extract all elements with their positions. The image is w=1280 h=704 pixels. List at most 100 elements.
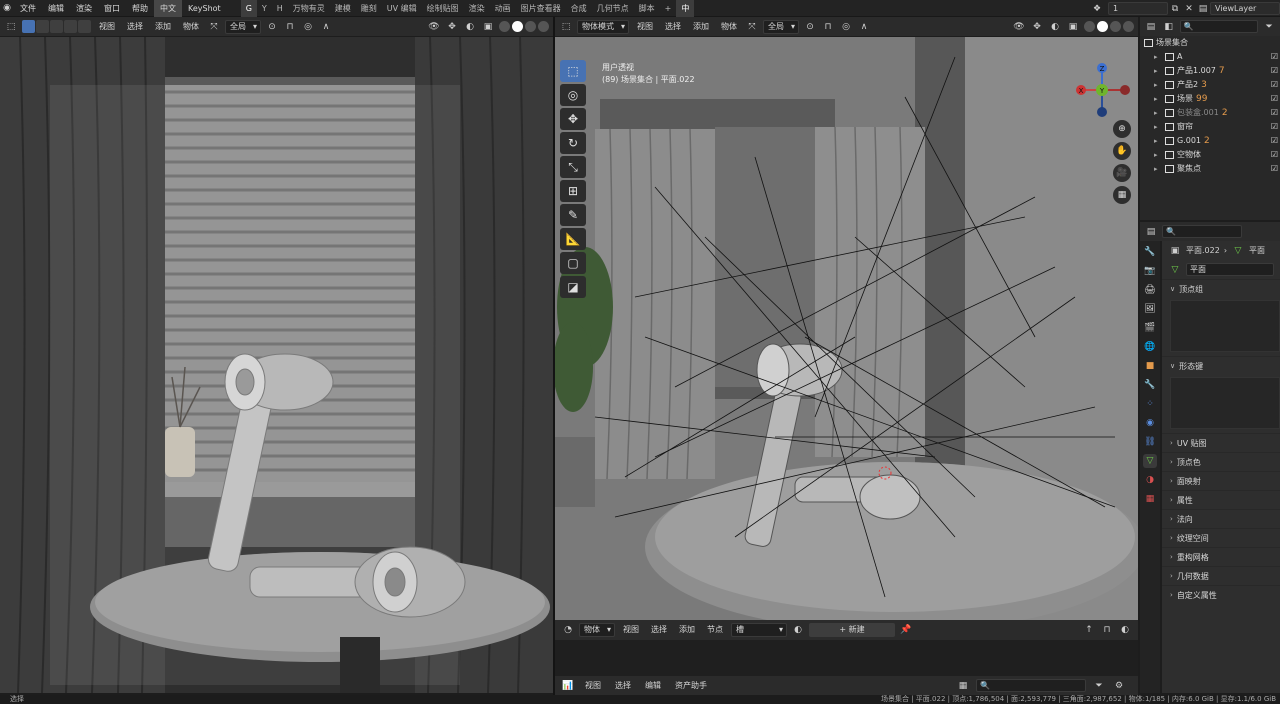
expand-arrow-icon[interactable]: ▸ — [1154, 134, 1162, 148]
tab-compositing[interactable]: 合成 — [566, 0, 592, 17]
editor-type-icon[interactable]: ⬚ — [4, 20, 18, 33]
visibility-checkbox-icon[interactable]: ☑ — [1271, 106, 1278, 120]
transform-orientation-icon[interactable]: ⤧ — [745, 20, 759, 33]
snap-icon[interactable]: ⊓ — [821, 20, 835, 33]
tool-tab-icon[interactable]: 🔧 — [1143, 245, 1157, 259]
menu-view[interactable]: 视图 — [95, 20, 119, 34]
tab-workspace-g[interactable]: G — [240, 0, 257, 17]
outliner-item[interactable]: ▸ 窗帘 ☑ — [1140, 120, 1280, 134]
menu-select[interactable]: 选择 — [123, 20, 147, 34]
tab-uv-editing[interactable]: UV 编辑 — [382, 0, 422, 17]
transform-tool-icon[interactable]: ⊞ — [560, 180, 586, 202]
texture-tab-icon[interactable]: ▦ — [1143, 492, 1157, 506]
cursor-tool-icon[interactable]: ◎ — [560, 84, 586, 106]
panel-custom-properties[interactable]: › 自定义属性 — [1162, 585, 1280, 604]
render-tab-icon[interactable]: 📷 — [1143, 264, 1157, 278]
tab-workspace-wanwu[interactable]: 万物有灵 — [288, 0, 330, 17]
menu-select[interactable]: 选择 — [661, 20, 685, 34]
pin-icon[interactable]: 📌 — [899, 624, 913, 637]
outliner-root[interactable]: 场景集合 — [1140, 36, 1280, 50]
view-layer-icon[interactable]: ▤ — [1196, 2, 1210, 15]
visibility-checkbox-icon[interactable]: ☑ — [1271, 162, 1278, 176]
snap-icon[interactable]: ⊓ — [283, 20, 297, 33]
output-tab-icon[interactable]: 🖨 — [1143, 283, 1157, 297]
visibility-checkbox-icon[interactable]: ☑ — [1271, 92, 1278, 106]
annotate-tool-icon[interactable]: ✎ — [560, 204, 586, 226]
tab-geometry-nodes[interactable]: 几何节点 — [592, 0, 634, 17]
outliner-item[interactable]: ▸ G.001 2 ☑ — [1140, 134, 1280, 148]
visibility-checkbox-icon[interactable]: ☑ — [1271, 120, 1278, 134]
expand-arrow-icon[interactable]: ▸ — [1154, 162, 1162, 176]
outliner-item[interactable]: ▸ 聚焦点 ☑ — [1140, 162, 1280, 176]
outliner-item[interactable]: ▸ 空物体 ☑ — [1140, 148, 1280, 162]
visibility-icon[interactable]: 👁 — [1012, 20, 1026, 33]
visibility-icon[interactable]: 👁 — [427, 20, 441, 33]
shader-menu-node[interactable]: 节点 — [703, 623, 727, 637]
scene-selector[interactable]: 1 — [1108, 2, 1168, 15]
menu-edit[interactable]: 编辑 — [42, 0, 70, 17]
close-icon[interactable]: ✕ — [1182, 2, 1196, 15]
menu-add[interactable]: 添加 — [689, 20, 713, 34]
expand-arrow-icon[interactable]: ▸ — [1154, 64, 1162, 78]
gizmo-neg-z[interactable] — [1097, 107, 1107, 117]
panel-attributes[interactable]: › 属性 — [1162, 490, 1280, 509]
panel-vertex-groups[interactable]: ∨ 顶点组 — [1162, 279, 1280, 298]
zoom-icon[interactable]: ⊕ — [1113, 120, 1131, 138]
menu-add[interactable]: 添加 — [151, 20, 175, 34]
particles-tab-icon[interactable]: ⁘ — [1143, 397, 1157, 411]
tab-image-viewer[interactable]: 图片查看器 — [516, 0, 566, 17]
outliner-editor-icon[interactable]: ▤ — [1144, 20, 1158, 33]
expand-arrow-icon[interactable]: ▸ — [1154, 148, 1162, 162]
asset-menu-edit[interactable]: 编辑 — [641, 679, 665, 693]
asset-menu-view[interactable]: 视图 — [581, 679, 605, 693]
asset-browser-icon[interactable]: 📊 — [561, 679, 575, 692]
menu-object[interactable]: 物体 — [717, 20, 741, 34]
camera-view-icon[interactable]: 🎥 — [1113, 164, 1131, 182]
add-workspace-button[interactable]: + — [660, 0, 677, 17]
gizmo-toggle-icon[interactable]: ✥ — [445, 20, 459, 33]
outliner-item[interactable]: ▸ 场景 99 ☑ — [1140, 92, 1280, 106]
scene-tab-icon[interactable]: 🎬 — [1143, 321, 1157, 335]
shader-type-dropdown[interactable]: 物体 — [579, 623, 615, 637]
falloff-icon[interactable]: ∧ — [319, 20, 333, 33]
visibility-checkbox-icon[interactable]: ☑ — [1271, 134, 1278, 148]
filter-icon[interactable]: ⏷ — [1262, 20, 1276, 33]
asset-menu-select[interactable]: 选择 — [611, 679, 635, 693]
world-tab-icon[interactable]: 🌐 — [1143, 340, 1157, 354]
node-editor-area[interactable] — [555, 640, 1138, 676]
tab-extra[interactable]: 中 — [676, 0, 695, 17]
panel-face-maps[interactable]: › 面映射 — [1162, 471, 1280, 490]
transform-orientation-icon[interactable]: ⤧ — [207, 20, 221, 33]
blender-logo-icon[interactable]: ◉ — [0, 2, 14, 15]
outliner-item[interactable]: ▸ 产品1.007 7 ☑ — [1140, 64, 1280, 78]
visibility-checkbox-icon[interactable]: ☑ — [1271, 78, 1278, 92]
tab-sculpting[interactable]: 雕刻 — [356, 0, 382, 17]
display-grid-icon[interactable]: ▦ — [956, 679, 970, 692]
panel-texture-space[interactable]: › 纹理空间 — [1162, 528, 1280, 547]
panel-geometry-data[interactable]: › 几何数据 — [1162, 566, 1280, 585]
tab-scripting[interactable]: 脚本 — [634, 0, 660, 17]
properties-search[interactable]: 🔍 — [1162, 225, 1242, 238]
view-layer-tab-icon[interactable]: 🖼 — [1143, 302, 1157, 316]
visibility-checkbox-icon[interactable]: ☑ — [1271, 148, 1278, 162]
tab-workspace-h[interactable]: H — [272, 0, 288, 17]
menu-render[interactable]: 渲染 — [70, 0, 98, 17]
panel-shape-keys[interactable]: ∨ 形态键 — [1162, 356, 1280, 375]
material-browse-icon[interactable]: ◐ — [791, 624, 805, 637]
menu-view[interactable]: 视图 — [633, 20, 657, 34]
proportional-edit-icon[interactable]: ◎ — [839, 20, 853, 33]
editor-type-icon[interactable]: ⬚ — [559, 20, 573, 33]
shading-mode-buttons[interactable] — [499, 21, 549, 32]
shader-editor-icon[interactable]: ◔ — [561, 624, 575, 637]
filter-icon[interactable]: ⏷ — [1092, 679, 1106, 692]
new-material-button[interactable]: + 新建 — [809, 623, 895, 637]
vertex-groups-list[interactable] — [1170, 300, 1280, 352]
right-3d-viewport[interactable] — [555, 37, 1138, 620]
transform-orientation-dropdown[interactable]: 全局 — [225, 19, 261, 34]
pivot-icon[interactable]: ⊙ — [265, 20, 279, 33]
expand-arrow-icon[interactable]: ▸ — [1154, 120, 1162, 134]
mesh-browse-icon[interactable]: ▽ — [1168, 263, 1182, 276]
scene-icon[interactable]: ❖ — [1090, 2, 1104, 15]
tab-animation[interactable]: 动画 — [490, 0, 516, 17]
falloff-icon[interactable]: ∧ — [857, 20, 871, 33]
